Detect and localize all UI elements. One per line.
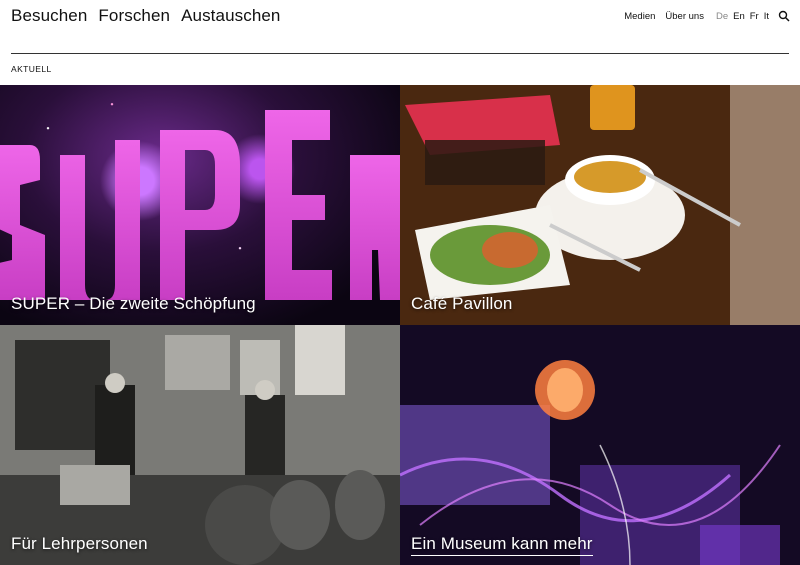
tile-super[interactable]: SUPER – Die zweite Schöpfung	[0, 85, 400, 325]
museum-night-image	[400, 325, 800, 565]
header-divider	[11, 53, 789, 54]
media-link[interactable]: Medien	[624, 11, 655, 22]
utility-nav: Medien Über uns De En Fr It	[614, 10, 790, 22]
language-switcher: De En Fr It	[716, 11, 769, 22]
lang-en[interactable]: En	[733, 11, 745, 22]
tile-fuer-lehrpersonen[interactable]: Für Lehrpersonen	[0, 325, 400, 565]
section-label: AKTUELL	[11, 64, 52, 74]
nav-item-besuchen[interactable]: Besuchen	[11, 6, 87, 26]
nav-item-austauschen[interactable]: Austauschen	[181, 6, 280, 26]
site-header: Besuchen Forschen Austauschen Medien Übe…	[0, 0, 800, 54]
classroom-photo-image	[0, 325, 400, 565]
lang-de[interactable]: De	[716, 11, 728, 22]
tile-cafe-pavillon[interactable]: Café Pavillon	[400, 85, 800, 325]
lang-fr[interactable]: Fr	[750, 11, 759, 22]
tile-title: Café Pavillon	[411, 294, 513, 313]
tile-title: SUPER – Die zweite Schöpfung	[11, 294, 256, 313]
cafe-food-image	[400, 85, 800, 325]
tile-title: Für Lehrpersonen	[11, 534, 148, 553]
tile-ein-museum-kann-mehr[interactable]: Ein Museum kann mehr	[400, 325, 800, 565]
nav-item-forschen[interactable]: Forschen	[98, 6, 170, 26]
main-nav: Besuchen Forschen Austauschen	[11, 6, 280, 26]
teaser-grid: SUPER – Die zweite Schöpfung Café Pavill…	[0, 85, 800, 565]
lang-it[interactable]: It	[764, 11, 769, 22]
about-link[interactable]: Über uns	[665, 11, 704, 22]
search-icon[interactable]	[778, 10, 790, 22]
super-lettering-image	[0, 110, 400, 300]
tile-title: Ein Museum kann mehr	[411, 534, 593, 556]
